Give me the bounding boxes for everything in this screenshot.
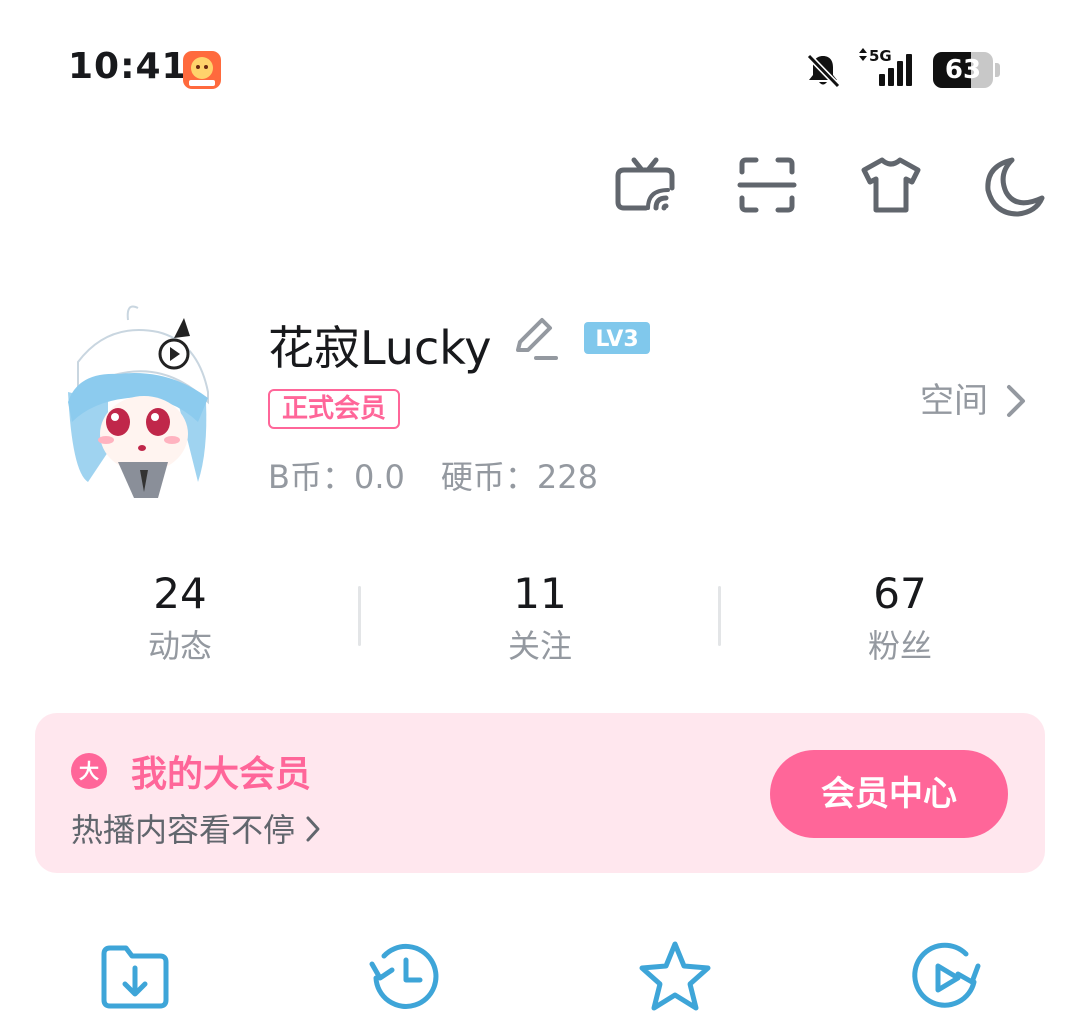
download-folder-icon[interactable]: [96, 938, 174, 1016]
vip-badge-icon: 大: [71, 753, 107, 789]
stat-divider: [358, 586, 361, 646]
vip-subtitle-link[interactable]: 热播内容看不停: [71, 805, 323, 851]
stat-dynamics[interactable]: 24 动态: [60, 568, 300, 668]
stat-value: 11: [513, 569, 567, 618]
history-icon[interactable]: [366, 938, 444, 1016]
bell-off-icon: [803, 50, 843, 90]
space-link[interactable]: 空间: [920, 378, 1029, 424]
star-icon[interactable]: [636, 938, 714, 1016]
coin-value: 228: [536, 458, 598, 496]
svg-text:LV3: LV3: [595, 327, 638, 352]
signal-5g-icon: 5G: [855, 44, 919, 90]
scan-icon[interactable]: [734, 152, 800, 218]
coin-label: 硬币：: [440, 458, 537, 496]
vip-subtitle: 热播内容看不停: [71, 811, 296, 849]
level-badge: LV3: [584, 322, 650, 354]
space-label: 空间: [920, 381, 988, 421]
stat-value: 67: [873, 569, 927, 618]
app-notification-icon: [183, 51, 221, 89]
status-bar: 10:41 5G 63: [0, 0, 1080, 130]
status-time: 10:41: [68, 46, 188, 87]
avatar[interactable]: [48, 302, 214, 498]
b-coin-label: B币：: [268, 458, 354, 496]
coin-balance: B币：0.0 硬币：228: [268, 452, 598, 498]
chevron-right-icon: [306, 816, 320, 842]
battery-percent: 63: [944, 55, 982, 85]
moon-icon[interactable]: [982, 152, 1048, 218]
stat-divider: [718, 586, 721, 646]
vip-center-button[interactable]: 会员中心: [770, 750, 1008, 838]
stat-following[interactable]: 11 关注: [420, 568, 660, 668]
stat-label: 动态: [147, 627, 212, 665]
vip-status-tag: 正式会员: [268, 389, 401, 429]
vip-title: 我的大会员: [131, 754, 312, 795]
svg-text:5G: 5G: [869, 47, 892, 65]
watch-later-icon[interactable]: [906, 938, 984, 1016]
stat-followers[interactable]: 67 粉丝: [780, 568, 1020, 668]
edit-icon[interactable]: [512, 314, 560, 362]
tshirt-icon[interactable]: [858, 152, 924, 218]
vip-card[interactable]: 大 我的大会员 热播内容看不停 会员中心: [35, 713, 1045, 873]
chevron-right-icon: [1007, 385, 1026, 417]
tv-cast-icon[interactable]: [612, 152, 678, 218]
battery-indicator: 63: [933, 52, 1001, 88]
stat-label: 关注: [507, 627, 572, 665]
stat-value: 24: [153, 569, 207, 618]
b-coin-value: 0.0: [353, 458, 405, 496]
username[interactable]: 花寂Lucky: [268, 312, 492, 378]
stat-label: 粉丝: [867, 627, 932, 665]
